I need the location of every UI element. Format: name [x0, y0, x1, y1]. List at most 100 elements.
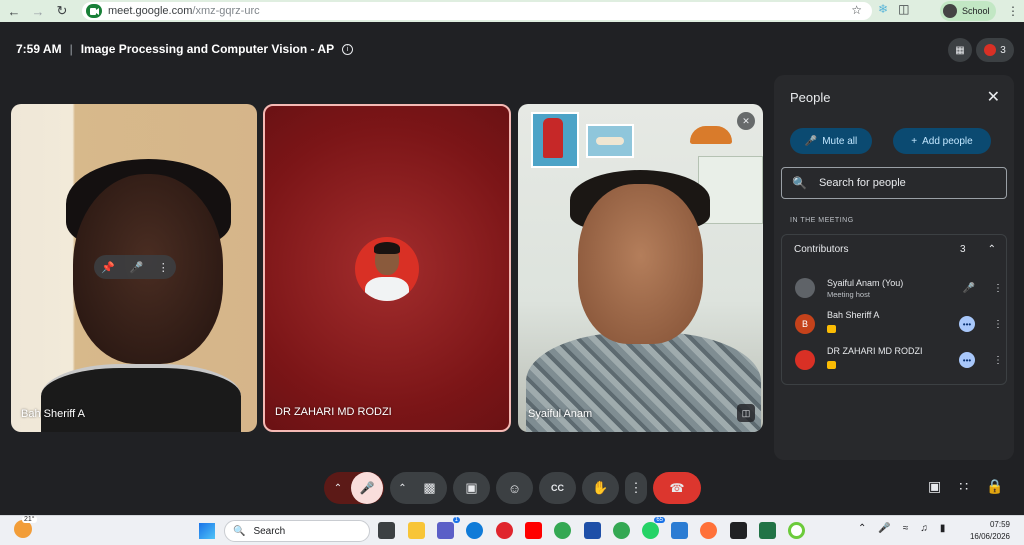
close-icon[interactable]: ✕ [987, 87, 1000, 107]
system-tray: ⌃ 🎤 ≈ ♫ ▮ [858, 523, 945, 534]
taskbar-search[interactable]: 🔍 Search [224, 520, 370, 542]
mic-muted-icon: ✕ [737, 112, 755, 130]
chrome-active-icon[interactable] [613, 522, 630, 539]
camera-control-group: ⌃ ▩ [390, 472, 447, 504]
chrome-icon[interactable] [554, 522, 571, 539]
present-screen-button[interactable]: ▣ [453, 472, 490, 504]
mic-icon[interactable]: 🎤 [130, 261, 144, 274]
search-people-input[interactable]: 🔍 Search for people [781, 167, 1007, 199]
volume-icon[interactable]: ♫ [920, 523, 928, 534]
profile-button[interactable]: School [940, 1, 996, 21]
meeting-info: 7:59 AM | Image Processing and Computer … [16, 42, 354, 56]
profile-label: School [962, 6, 990, 16]
video-tile-bah-sheriff[interactable]: 📌 🎤 ⋮ Bah Sheriff A [11, 104, 257, 432]
extension-icon[interactable]: ❄ [878, 2, 888, 16]
meeting-controls: ⌃ 🎤 ⌃ ▩ ▣ ☺ CC ✋ ⋮ ☎ ▣ ∷ 🔒 [0, 472, 1024, 506]
tile-name: DR ZAHARI MD RODZI [275, 406, 392, 418]
firefox-icon[interactable] [700, 522, 717, 539]
clock[interactable]: 07:59 16/06/2026 [970, 519, 1010, 543]
url-text: meet.google.com/xmz-gqrz-urc [108, 5, 260, 17]
picture-in-picture-icon[interactable]: ◫ [737, 404, 755, 422]
clock-time: 07:59 [989, 520, 1010, 529]
bookmark-star-icon[interactable]: ☆ [851, 3, 862, 17]
reload-icon[interactable]: ↻ [52, 1, 72, 21]
word-icon[interactable] [671, 522, 688, 539]
mic-icon[interactable]: 🎤 [878, 523, 890, 534]
more-options-icon[interactable]: ⋮ [993, 283, 1003, 294]
group-label: Contributors [794, 244, 849, 255]
mic-off-icon: 🎤 [359, 481, 375, 495]
participant-name: Syaiful Anam (You) [827, 277, 904, 288]
start-button[interactable] [199, 523, 215, 539]
emoji-icon: ☺ [507, 480, 522, 496]
host-controls-icon[interactable]: 🔒 [986, 478, 1003, 495]
raised-hand-icon [827, 325, 836, 333]
excel-icon[interactable] [759, 522, 776, 539]
app-icon[interactable] [730, 522, 747, 539]
address-bar[interactable]: meet.google.com/xmz-gqrz-urc ☆ [82, 2, 872, 20]
hang-up-icon: ☎ [669, 481, 685, 495]
app-icon[interactable] [788, 522, 805, 539]
file-explorer-icon[interactable] [408, 522, 425, 539]
youtube-icon[interactable] [525, 522, 542, 539]
activities-icon[interactable]: ∷ [959, 478, 968, 495]
list-item: Syaiful Anam (You) Meeting host 🎤 ⋮ [795, 273, 1003, 303]
raise-hand-button[interactable]: ✋ [582, 472, 619, 504]
add-people-button[interactable]: + Add people [893, 128, 991, 154]
forward-icon[interactable]: → [28, 1, 48, 21]
camera-toggle-button[interactable]: ▩ [414, 480, 446, 496]
clock-date: 16/06/2026 [969, 532, 1010, 541]
captions-button[interactable]: CC [539, 472, 576, 504]
video-tile-dr-zahari[interactable]: DR ZAHARI MD RODZI [263, 104, 511, 432]
weather-temp: 21° [22, 516, 37, 523]
contributors-header[interactable]: Contributors 3 ⌃ [794, 244, 996, 255]
mic-toggle-button[interactable]: 🎤 [351, 472, 383, 504]
battery-icon[interactable]: ▮ [940, 523, 946, 534]
more-options-button[interactable]: ⋮ [625, 472, 647, 504]
tile-name: Bah Sheriff A [21, 408, 86, 420]
pin-icon[interactable]: 📌 [101, 261, 115, 274]
task-view-icon[interactable] [378, 522, 395, 539]
info-icon[interactable]: i [342, 43, 354, 55]
mic-off-icon[interactable]: 🎤 [963, 283, 975, 294]
captions-icon: CC [551, 483, 564, 493]
hide-self-view-button[interactable]: ▦ [948, 38, 972, 62]
edge-icon[interactable] [466, 522, 483, 539]
leave-call-button[interactable]: ☎ [653, 472, 701, 504]
app-icon[interactable] [584, 522, 601, 539]
back-icon[interactable]: ← [4, 1, 24, 21]
people-panel: People ✕ 🎤 Mute all + Add people 🔍 Searc… [774, 75, 1014, 460]
speaking-indicator-icon: ••• [959, 316, 975, 332]
mic-control-group: ⌃ 🎤 [324, 472, 384, 504]
meet-stage: 7:59 AM | Image Processing and Computer … [0, 22, 1024, 515]
browser-menu-icon[interactable]: ⋮ [1007, 4, 1019, 18]
teams-icon[interactable]: 1 [437, 517, 460, 539]
more-options-icon[interactable]: ⋮ [158, 261, 169, 274]
avatar: B [795, 314, 815, 334]
opera-icon[interactable] [496, 522, 513, 539]
participant-role: Meeting host [827, 289, 870, 299]
video-options-chevron-icon[interactable]: ⌃ [392, 483, 414, 494]
video-tile-syaiful-anam[interactable]: ✕ ◫ Syaiful Anam [518, 104, 763, 432]
mute-all-button[interactable]: 🎤 Mute all [790, 128, 872, 154]
meeting-time: 7:59 AM [16, 42, 62, 56]
contributors-group: Contributors 3 ⌃ Syaiful Anam (You) Meet… [781, 234, 1007, 385]
audio-options-chevron-icon[interactable]: ⌃ [325, 483, 351, 494]
whatsapp-icon[interactable]: 65 [642, 517, 665, 539]
chat-icon[interactable]: ▣ [928, 478, 941, 495]
participants-button[interactable]: 3 [976, 38, 1014, 62]
participant-avatar [355, 237, 419, 301]
participant-name: Bah Sheriff A [827, 310, 880, 320]
participant-shirt [41, 364, 241, 432]
reactions-button[interactable]: ☺ [496, 472, 533, 504]
more-options-icon[interactable]: ⋮ [993, 355, 1003, 366]
puzzle-extensions-icon[interactable]: ◫ [898, 2, 909, 16]
wifi-icon[interactable]: ≈ [903, 523, 909, 534]
avatar [795, 350, 815, 370]
meeting-title: Image Processing and Computer Vision - A… [80, 42, 335, 56]
more-options-icon[interactable]: ⋮ [993, 319, 1003, 330]
chevron-up-icon[interactable]: ⌃ [988, 244, 996, 255]
mic-off-icon: 🎤 [804, 135, 818, 147]
search-icon: 🔍 [233, 525, 246, 537]
chevron-up-icon[interactable]: ⌃ [858, 523, 866, 534]
